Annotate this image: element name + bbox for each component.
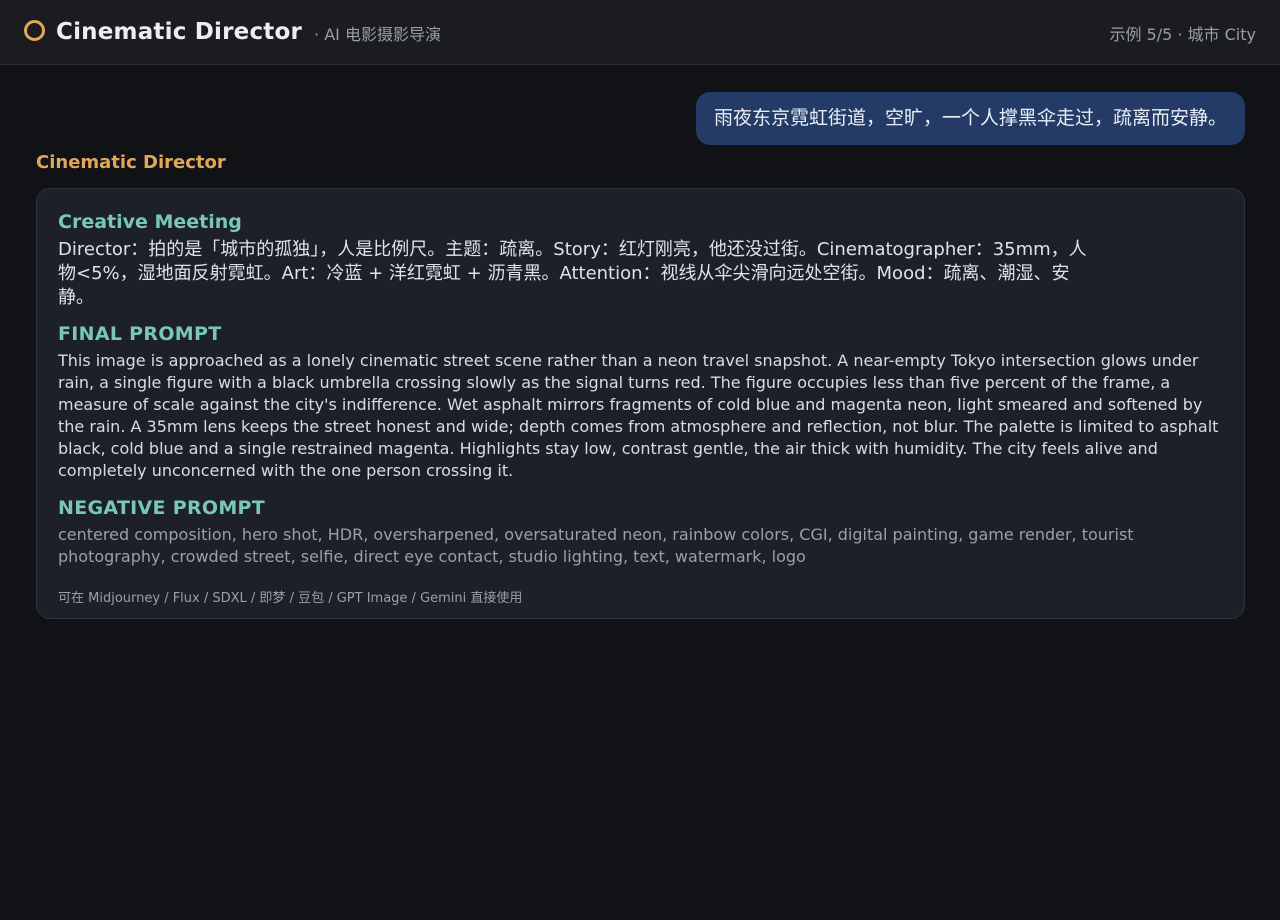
app-header: Cinematic Director · AI 电影摄影导演 示例 5/5 · … [0,0,1280,65]
example-indicator: 示例 5/5 · 城市 City [1109,25,1256,44]
final-prompt-title: FINAL PROMPT [58,323,222,345]
assistant-response-card: Creative Meeting Director：拍的是「城市的孤独」，人是比… [36,188,1245,619]
app-subtitle: · AI 电影摄影导演 [314,25,441,44]
compatibility-footnote: 可在 Midjourney / Flux / SDXL / 即梦 / 豆包 / … [58,591,523,606]
negative-prompt-text: centered composition, hero shot, HDR, ov… [58,525,1134,566]
final-prompt-text: This image is approached as a lonely cin… [58,351,1219,480]
user-message-row: 雨夜东京霓虹街道，空旷，一个人撑黑伞走过，疏离而安静。 [0,65,1280,145]
negative-prompt-title: NEGATIVE PROMPT [58,497,266,519]
user-message-bubble: 雨夜东京霓虹街道，空旷，一个人撑黑伞走过，疏离而安静。 [695,92,1245,145]
assistant-name: Cinematic Director [36,152,226,173]
creative-meeting-text: Director：拍的是「城市的孤独」，人是比例尺。主题：疏离。Story：红灯… [58,239,1087,308]
app-title: Cinematic Director [56,19,303,45]
creative-meeting-title: Creative Meeting [58,211,242,233]
logo-ring-icon [24,19,45,41]
